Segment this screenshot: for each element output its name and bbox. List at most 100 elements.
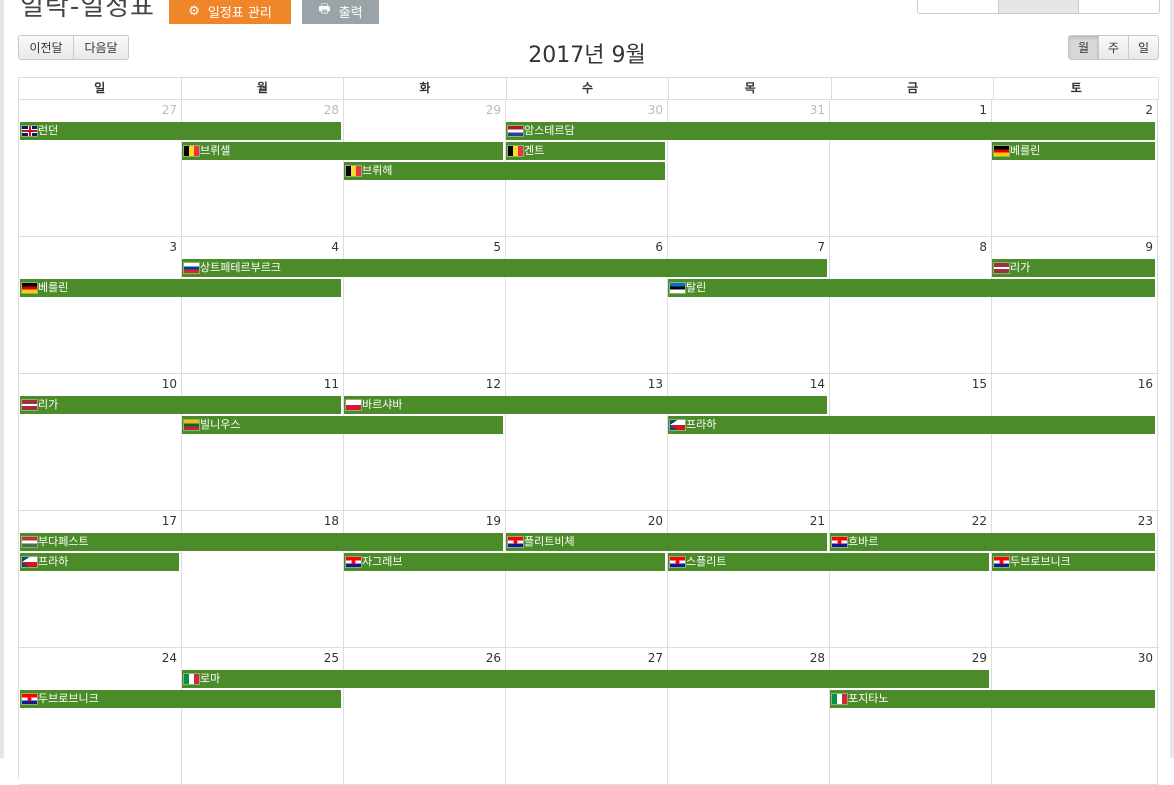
event-title: 리가 [1010,261,1031,274]
top-right-button-2[interactable] [998,0,1080,13]
view-button-0[interactable]: 월 [1069,36,1099,59]
day-number: 1 [979,103,987,117]
day-cell[interactable]: 28 [667,647,830,784]
day-cell[interactable]: 18 [181,510,344,647]
event-title: 프라하 [686,418,717,431]
day-cell[interactable]: 5 [343,236,506,373]
calendar-event[interactable]: 겐트 [506,142,665,160]
day-cell[interactable]: 2 [991,99,1158,236]
calendar-week-row: 17 18 19 20 21 22 23 부다페스트 플리트비체 흐바르프라하 자그레브 스플리트 두브… [19,510,1159,648]
calendar-event[interactable]: 암스테르담 [506,122,1155,140]
day-number: 20 [647,514,663,528]
calendar-event[interactable]: 포지타노 [830,690,1155,708]
left-frame-border [0,0,4,758]
day-cell[interactable]: 17 [19,510,182,647]
day-cell[interactable]: 15 [829,373,992,510]
day-cell[interactable]: 6 [505,236,668,373]
calendar-event[interactable]: 바르샤바 [344,396,827,414]
calendar-event[interactable]: 부다페스트 [20,533,503,551]
print-button[interactable]: 🖶 출력 [302,0,379,24]
day-number: 29 [485,103,501,117]
day-cell[interactable]: 11 [181,373,344,510]
calendar-event[interactable]: 자그레브 [344,553,665,571]
calendar-event[interactable]: 흐바르 [830,533,1155,551]
calendar-event[interactable]: 탈린 [668,279,1155,297]
italy-flag-icon [184,674,199,684]
event-title: 브뤼셀 [200,144,231,157]
day-cell[interactable]: 12 [343,373,506,510]
day-cell[interactable]: 4 [181,236,344,373]
manage-schedule-button[interactable]: ⚙ 일정표 관리 [169,0,291,24]
calendar-event[interactable]: 리가 [20,396,341,414]
day-cell[interactable]: 30 [991,647,1158,784]
day-cell[interactable]: 27 [19,99,182,236]
day-cell[interactable]: 25 [181,647,344,784]
calendar-event[interactable]: 리가 [992,259,1155,277]
calendar-event[interactable]: 프라하 [20,553,179,571]
calendar-event[interactable]: 상트페테르부르크 [182,259,827,277]
day-cell[interactable]: 29 [829,647,992,784]
day-cell[interactable]: 14 [667,373,830,510]
calendar-event[interactable]: 런던 [20,122,341,140]
day-cell[interactable]: 10 [19,373,182,510]
day-cell[interactable]: 20 [505,510,668,647]
day-cell[interactable]: 26 [343,647,506,784]
day-cell[interactable]: 31 [667,99,830,236]
day-number: 30 [647,103,663,117]
day-cell[interactable]: 19 [343,510,506,647]
day-cell[interactable]: 9 [991,236,1158,373]
calendar-week-row: 24 25 26 27 28 29 30 로마두브로브니크 포지타노 [19,647,1159,785]
calendar-week-row: 27 28 29 30 31 1 2 런던 암스테르담브뤼셀 겐트 베를린브뤼헤 [19,99,1159,237]
day-cell[interactable]: 23 [991,510,1158,647]
day-cell[interactable]: 22 [829,510,992,647]
day-number: 28 [809,651,825,665]
latvia-flag-icon [22,400,37,410]
top-right-button-3[interactable] [1079,0,1159,13]
italy-flag-icon [832,694,847,704]
day-cell[interactable]: 21 [667,510,830,647]
croatia-flag-icon [346,557,361,567]
event-title: 리가 [38,398,59,411]
weekday-header-cell: 화 [344,78,507,99]
view-switcher: 월주일 [1068,35,1159,60]
calendar-event[interactable]: 플리트비체 [506,533,827,551]
view-button-1[interactable]: 주 [1099,36,1129,59]
weekday-header-cell: 월 [182,78,345,99]
event-title: 빌니우스 [200,418,241,431]
day-number: 22 [971,514,987,528]
day-number: 21 [809,514,825,528]
event-title: 자그레브 [362,555,403,568]
calendar-event[interactable]: 빌니우스 [182,416,503,434]
event-title: 로마 [200,672,221,685]
top-right-button-group[interactable] [917,0,1160,14]
calendar-event[interactable]: 두브로브니크 [992,553,1155,571]
event-title: 탈린 [686,281,707,294]
calendar-event[interactable]: 브뤼헤 [344,162,665,180]
event-title: 포지타노 [848,692,889,705]
day-cell[interactable]: 27 [505,647,668,784]
croatia-flag-icon [832,537,847,547]
weekday-header: 일월화수목금토 [19,78,1160,100]
calendar-event[interactable]: 베를린 [992,142,1155,160]
day-cell[interactable]: 24 [19,647,182,784]
calendar-event[interactable]: 브뤼셀 [182,142,503,160]
weekday-header-cell: 수 [507,78,670,99]
day-cell[interactable]: 13 [505,373,668,510]
day-cell[interactable]: 1 [829,99,992,236]
day-number: 28 [323,103,339,117]
belgium-flag-icon [184,146,199,156]
day-cell[interactable]: 8 [829,236,992,373]
day-cell[interactable]: 28 [181,99,344,236]
calendar-event[interactable]: 베를린 [20,279,341,297]
calendar-event[interactable]: 스플리트 [668,553,989,571]
calendar-event[interactable]: 로마 [182,670,989,688]
top-right-button-1[interactable] [918,0,999,13]
day-cell[interactable]: 7 [667,236,830,373]
day-cell[interactable]: 16 [991,373,1158,510]
croatia-flag-icon [994,557,1009,567]
day-cell[interactable]: 3 [19,236,182,373]
calendar-week-row: 10 11 12 13 14 15 16 리가 바르샤바빌니우스 프라하 [19,373,1159,511]
calendar-event[interactable]: 두브로브니크 [20,690,341,708]
calendar-event[interactable]: 프라하 [668,416,1155,434]
view-button-2[interactable]: 일 [1129,36,1158,59]
